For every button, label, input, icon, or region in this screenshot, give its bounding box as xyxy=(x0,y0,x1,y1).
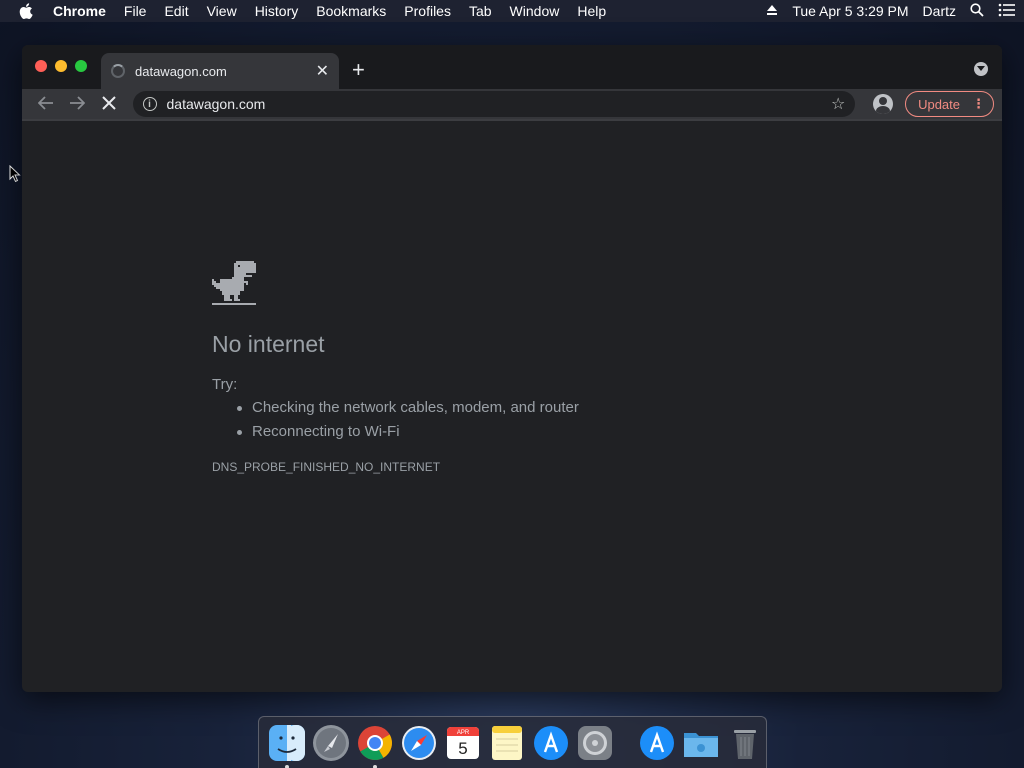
tab-strip: datawagon.com ✕ + xyxy=(22,45,1002,89)
menubar-clock[interactable]: Tue Apr 5 3:29 PM xyxy=(792,3,908,19)
address-bar-url[interactable]: datawagon.com xyxy=(167,96,832,112)
app-store-downloads-icon[interactable] xyxy=(638,724,676,762)
offline-dino-icon xyxy=(212,261,258,312)
menu-bar: Chrome File Edit View History Bookmarks … xyxy=(0,0,1024,22)
suggestion-item: Reconnecting to Wi-Fi xyxy=(237,423,579,440)
window-controls xyxy=(35,60,95,72)
chrome-icon[interactable] xyxy=(356,724,394,768)
tab-datawagon[interactable]: datawagon.com ✕ xyxy=(101,53,339,89)
calendar-icon[interactable]: APR 5 xyxy=(444,724,482,762)
new-tab-button[interactable]: + xyxy=(352,57,365,83)
browser-window: datawagon.com ✕ + i datawagon.com ☆ Upda… xyxy=(22,45,1002,692)
tab-search-icon[interactable] xyxy=(974,62,988,76)
browser-toolbar: i datawagon.com ☆ Update ⋮ xyxy=(22,89,1002,121)
downloads-folder-icon[interactable] xyxy=(682,724,720,762)
error-title: No internet xyxy=(212,331,325,357)
trash-icon[interactable] xyxy=(726,724,764,762)
app-store-icon[interactable] xyxy=(532,724,570,762)
menu-history[interactable]: History xyxy=(246,3,308,19)
error-code: DNS_PROBE_FINISHED_NO_INTERNET xyxy=(212,460,441,474)
menu-edit[interactable]: Edit xyxy=(155,3,197,19)
address-bar[interactable]: i datawagon.com ☆ xyxy=(132,91,856,117)
launchpad-icon[interactable] xyxy=(312,724,350,762)
forward-button[interactable] xyxy=(62,94,94,115)
update-button[interactable]: Update ⋮ xyxy=(905,91,994,117)
suggestions-list: Checking the network cables, modem, and … xyxy=(237,399,579,447)
apple-icon[interactable] xyxy=(8,3,44,19)
stop-loading-button[interactable] xyxy=(93,94,125,115)
menu-view[interactable]: View xyxy=(198,3,246,19)
menu-file[interactable]: File xyxy=(115,3,156,19)
notes-icon[interactable] xyxy=(488,724,526,762)
site-info-icon[interactable]: i xyxy=(142,97,157,111)
safari-icon[interactable] xyxy=(400,724,438,762)
profile-avatar-icon[interactable] xyxy=(873,94,894,114)
mouse-cursor-icon xyxy=(9,164,21,188)
close-tab-icon[interactable]: ✕ xyxy=(316,61,329,81)
running-indicator xyxy=(285,764,289,768)
minimize-window-button[interactable] xyxy=(55,60,67,72)
menu-help[interactable]: Help xyxy=(568,3,615,19)
loading-spinner-icon xyxy=(111,64,125,78)
suggestion-item: Checking the network cables, modem, and … xyxy=(237,399,579,416)
menu-profiles[interactable]: Profiles xyxy=(395,3,460,19)
menu-window[interactable]: Window xyxy=(501,3,569,19)
update-button-label: Update xyxy=(918,96,960,112)
notification-center-icon[interactable] xyxy=(998,3,1016,20)
calendar-month: APR xyxy=(457,730,470,736)
menu-tab[interactable]: Tab xyxy=(460,3,501,19)
more-options-icon[interactable]: ⋮ xyxy=(972,96,985,112)
dock: APR 5 xyxy=(258,716,767,768)
bookmark-star-icon[interactable]: ☆ xyxy=(831,94,845,114)
menubar-user[interactable]: Dartz xyxy=(923,3,956,19)
zoom-window-button[interactable] xyxy=(75,60,87,72)
running-indicator xyxy=(373,764,377,768)
spotlight-search-icon[interactable] xyxy=(970,2,984,20)
eject-icon[interactable] xyxy=(766,3,778,19)
back-button[interactable] xyxy=(30,94,62,115)
menu-bookmarks[interactable]: Bookmarks xyxy=(307,3,395,19)
tab-title: datawagon.com xyxy=(135,63,227,79)
page-content: No internet Try: Checking the network ca… xyxy=(22,121,1002,692)
finder-icon[interactable] xyxy=(268,724,306,768)
calendar-day: 5 xyxy=(458,739,467,758)
close-window-button[interactable] xyxy=(35,60,47,72)
system-preferences-icon[interactable] xyxy=(576,724,614,762)
try-label: Try: xyxy=(212,376,238,393)
menu-app-name[interactable]: Chrome xyxy=(44,3,115,19)
